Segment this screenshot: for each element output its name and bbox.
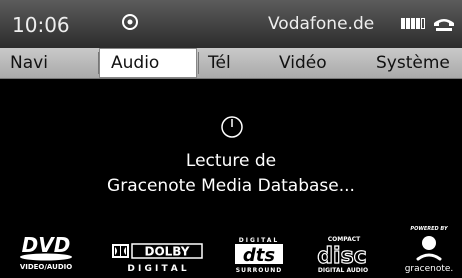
disc-icon [122,14,138,30]
cd-logo-text: disc [317,244,366,269]
dolby-logo-caption: D I G I T A L [127,264,186,274]
clock-icon [221,116,243,138]
tab-label: Tél [208,53,231,73]
tab-navi[interactable]: Navi [10,48,48,78]
dts-logo-text: dts [243,245,275,266]
clock-time: 10:06 [12,13,70,37]
dts-logo-caption: SURROUND [236,267,282,274]
dvd-video-audio-logo: DVD VIDEO/AUDIO [20,233,72,271]
tab-divider [198,52,199,74]
tab-label: Audio [111,53,160,73]
dvd-logo-text: DVD [22,233,71,257]
gracenote-logo-caption: gracenote. [405,264,454,274]
dts-logo-top: DIGITAL [239,237,279,244]
signal-strength-icon [401,18,425,29]
tab-tel[interactable]: Tél [208,48,231,78]
status-message-line2: Gracenote Media Database... [107,176,355,196]
handset-icon [434,19,454,31]
tab-label: Système [376,53,450,73]
tab-audio[interactable]: Audio [99,48,197,78]
status-message-line1: Lecture de [185,151,277,171]
dolby-logo-text: DOLBY [145,245,190,259]
dts-digital-surround-logo: DIGITAL dts SURROUND [235,237,283,274]
tab-video[interactable]: Vidéo [279,48,327,78]
gracenote-logo-top: POWERED BY [410,226,449,232]
main-menu-bar: Navi Audio Tél Vidéo Système [0,48,462,79]
compact-disc-logo: COMPACT disc DIGITAL AUDIO [317,236,368,274]
cd-logo-top: COMPACT [328,236,361,243]
dvd-logo-caption: VIDEO/AUDIO [20,263,72,271]
audio-screen: 10:06 Vodafone.de Navi Audio Tél Vidéo S… [0,0,462,278]
tab-systeme[interactable]: Système [376,48,450,78]
tab-label: Vidéo [279,53,327,73]
gracenote-logo: POWERED BY gracenote. [405,226,454,274]
tab-label: Navi [10,53,48,73]
network-operator: Vodafone.de [268,14,375,34]
cd-logo-caption: DIGITAL AUDIO [318,267,368,274]
dolby-digital-logo: DOLBY D I G I T A L [112,243,203,274]
status-bar: 10:06 Vodafone.de [0,0,462,48]
